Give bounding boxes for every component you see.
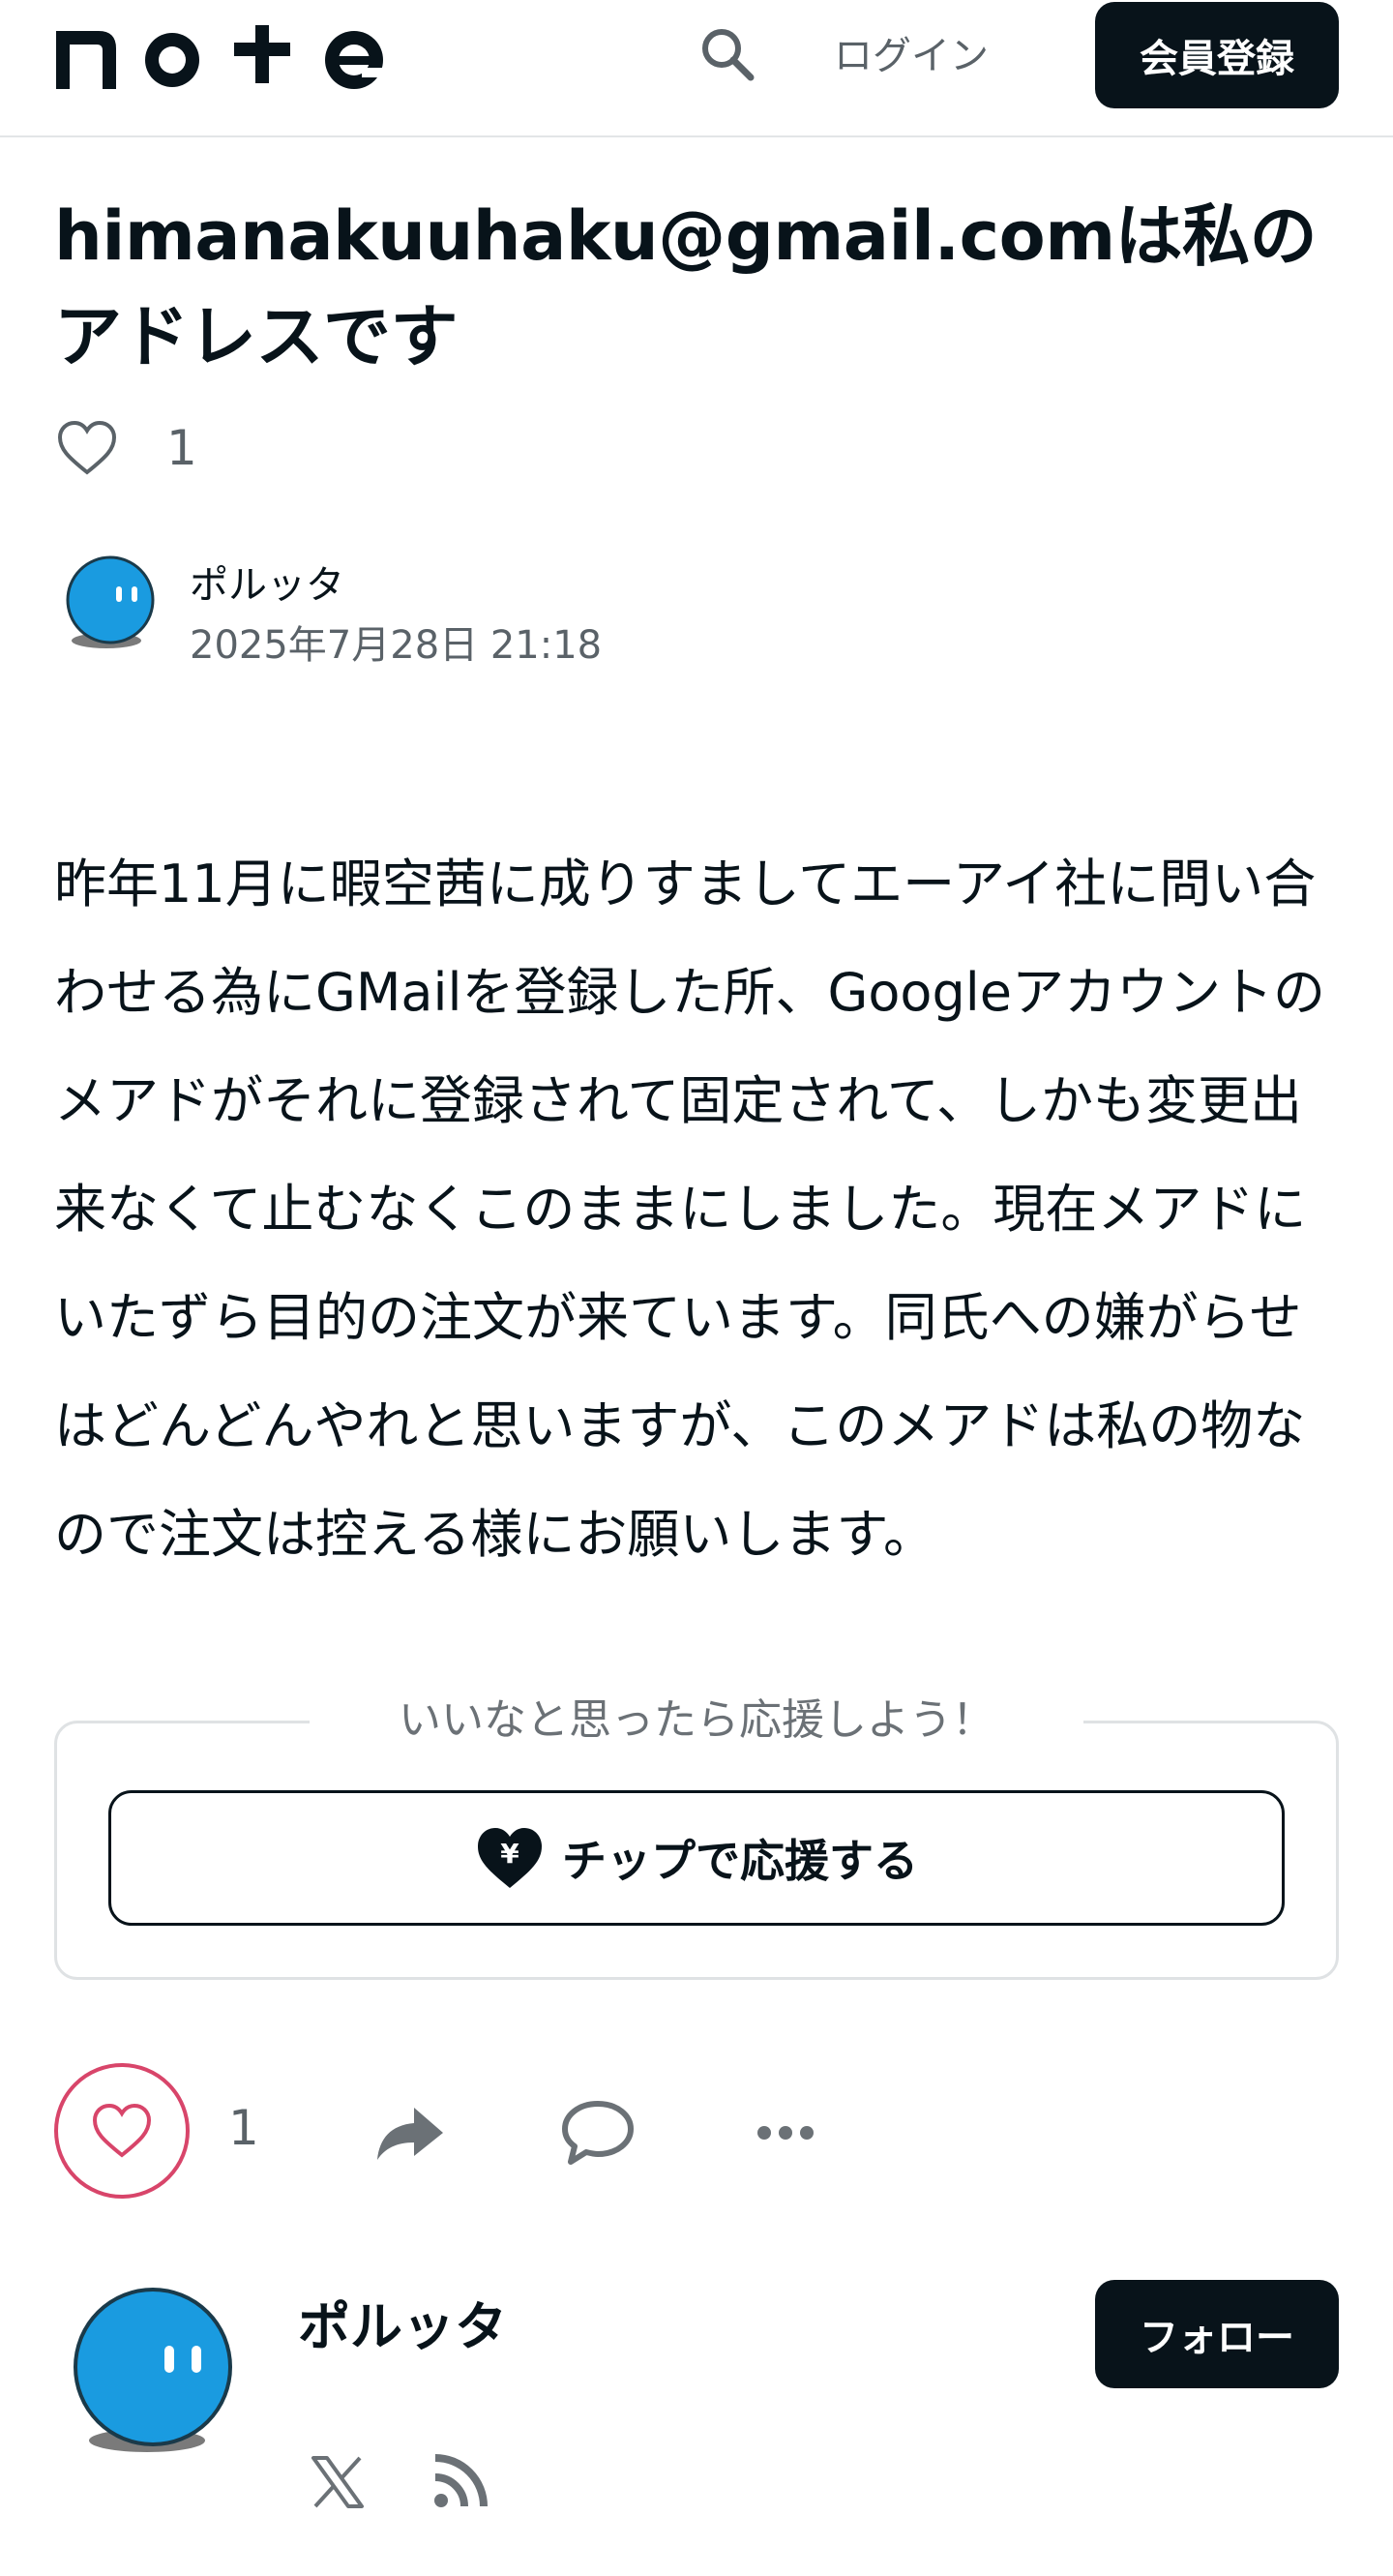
follow-button[interactable]: フォロー [1095,2280,1339,2388]
avatar-image-large [74,2288,232,2452]
article-body: 昨年11月に暇空茜に成りすましてエーアイ社に問い合わせる為にGMailを登録した… [54,854,1325,1565]
svg-text:¥: ¥ [500,1838,519,1870]
note-logo-mark [56,25,391,89]
share-icon [377,2108,443,2160]
site-header: ログイン 会員登録 [0,0,1393,137]
avatar-image [66,555,155,648]
search-icon [702,29,755,81]
comment-icon [562,2101,634,2165]
article-like-summary: 1 [56,414,197,482]
more-icon [757,2126,814,2140]
x-link[interactable] [308,2452,368,2512]
x-icon [311,2456,364,2508]
note-logo[interactable] [52,21,391,91]
rss-icon [434,2454,488,2507]
yen-heart-icon: ¥ [478,1828,542,1888]
like-button[interactable] [54,2063,190,2199]
search-button[interactable] [695,21,760,87]
tip-button[interactable]: ¥ チップで応援する [108,1790,1285,1926]
article-title: himanakuuhaku@gmail.comは私のアドレスです [54,196,1318,376]
support-prompt: いいなと思ったら応援しよう！ [310,1690,1083,1752]
author-name[interactable]: ポルッタ [190,554,344,610]
author-avatar[interactable] [58,552,159,652]
login-link[interactable]: ログイン [834,27,989,85]
creator-avatar[interactable] [64,2286,236,2458]
publish-date: 2025年7月28日 21:18 [190,623,603,668]
action-like-count: 1 [228,2100,259,2156]
creator-name[interactable]: ポルッタ [298,2284,507,2360]
more-button[interactable] [747,2094,824,2172]
heart-outline-icon [57,420,117,475]
like-count: 1 [166,420,197,476]
comment-button[interactable] [559,2094,637,2172]
heart-icon [92,2103,152,2158]
rss-link[interactable] [430,2452,489,2512]
share-button[interactable] [371,2094,449,2172]
signup-button[interactable]: 会員登録 [1095,2,1339,108]
tip-button-label: チップで応援する [562,1835,918,1887]
